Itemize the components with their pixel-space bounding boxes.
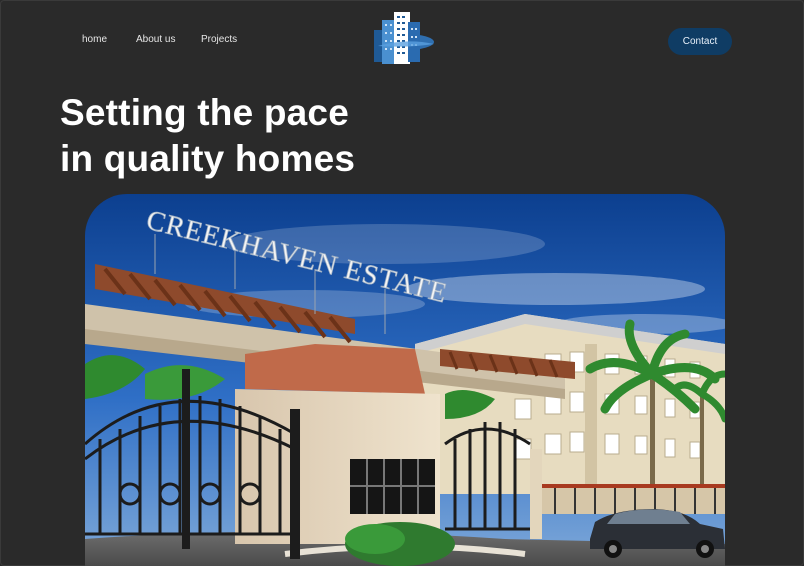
hero-title: Setting the pace in quality homes [60,90,480,182]
nav-link-projects[interactable]: Projects [201,34,237,45]
nav-link-home[interactable]: home [82,34,107,45]
building-logo-icon[interactable] [368,8,438,66]
hero-title-line-2: in quality homes [60,138,356,179]
nav-link-about-us[interactable]: About us [136,34,175,45]
contact-button[interactable]: Contact [668,28,732,55]
hero-image: CREEKHAVEN ESTATE [85,194,725,566]
hero-title-line-1: Setting the pace [60,92,349,133]
top-navigation: home About us Projects Contact [0,12,804,64]
